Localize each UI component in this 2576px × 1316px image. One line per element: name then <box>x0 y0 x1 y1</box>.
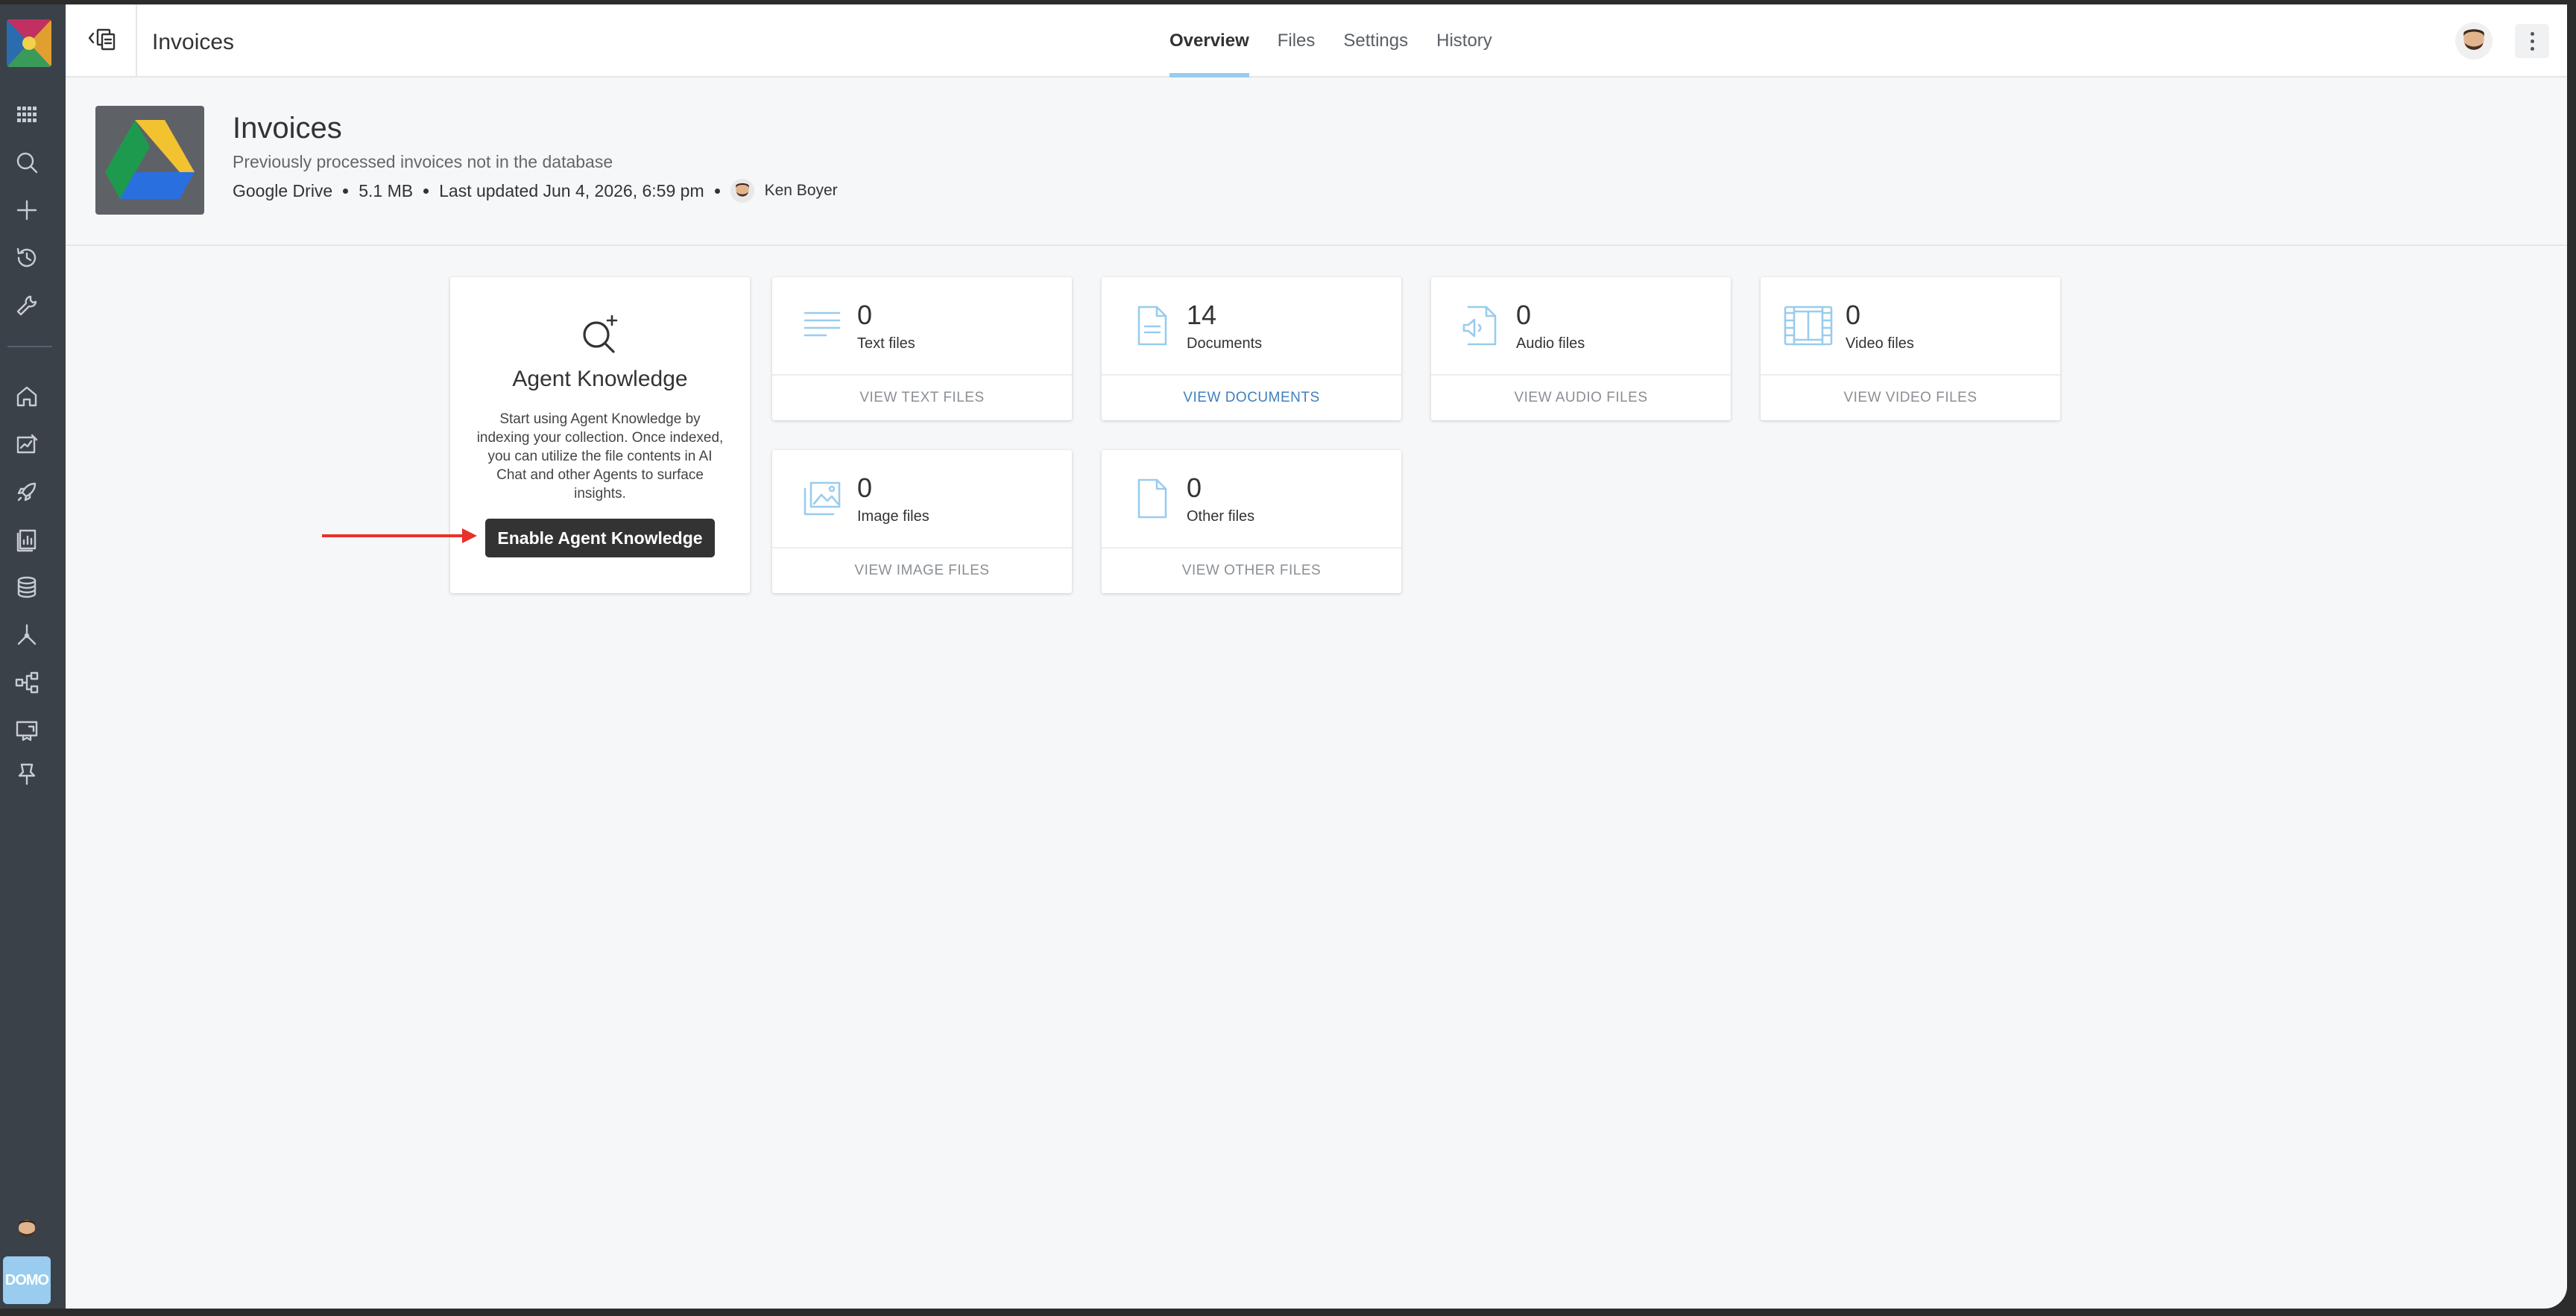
view-text-files-link[interactable]: VIEW TEXT FILES <box>772 374 1072 420</box>
rocket-icon[interactable] <box>10 475 43 508</box>
user-avatar[interactable] <box>12 1215 42 1244</box>
tab-bar: Overview Files Settings History <box>1155 4 1506 77</box>
source-label: Google Drive <box>233 180 333 200</box>
file-count: 0 <box>1846 300 1861 330</box>
top-user-avatar[interactable] <box>2455 22 2493 60</box>
tab-settings[interactable]: Settings <box>1329 4 1422 77</box>
topbar-divider <box>136 4 137 77</box>
back-button[interactable] <box>80 19 125 57</box>
file-type-label: Video files <box>1846 335 1914 352</box>
agent-knowledge-description: Start using Agent Knowledge by indexing … <box>476 411 724 502</box>
owner-name[interactable]: Ken Boyer <box>765 182 838 200</box>
google-drive-logo <box>95 106 204 215</box>
blank-file-icon <box>1130 475 1173 522</box>
enable-agent-knowledge-button[interactable]: Enable Agent Knowledge <box>485 519 715 557</box>
collection-meta: Google Drive 5.1 MB Last updated Jun 4, … <box>233 179 838 203</box>
file-type-label: Audio files <box>1516 335 1585 352</box>
collection-description: Previously processed invoices not in the… <box>233 152 613 171</box>
app-window: DOMO Invoices Overview Files Settings Hi… <box>0 4 2567 1309</box>
file-count: 0 <box>857 300 873 330</box>
collection-header: Invoices Previously processed invoices n… <box>66 79 2567 246</box>
page-title: Invoices <box>152 30 235 54</box>
plus-icon[interactable] <box>10 194 43 227</box>
tab-files[interactable]: Files <box>1263 4 1330 77</box>
learn-icon[interactable] <box>10 714 43 747</box>
instance-logo[interactable] <box>7 19 51 67</box>
separator-dot <box>714 188 720 194</box>
last-updated-label: Last updated Jun 4, 2026, 6:59 pm <box>439 180 704 200</box>
search-icon[interactable] <box>10 146 43 179</box>
pin-icon[interactable] <box>10 757 43 790</box>
annotation-arrow-icon <box>322 528 477 543</box>
domo-brand-logo[interactable]: DOMO <box>3 1256 51 1304</box>
view-audio-files-link[interactable]: VIEW AUDIO FILES <box>1431 374 1731 420</box>
database-icon[interactable] <box>10 571 43 604</box>
home-icon[interactable] <box>10 380 43 413</box>
tab-history[interactable]: History <box>1422 4 1506 77</box>
image-files-card: 0 Image files VIEW IMAGE FILES <box>772 450 1072 593</box>
kebab-dot-icon <box>2530 46 2534 51</box>
file-type-label: Other files <box>1187 508 1255 525</box>
agent-knowledge-search-sparkle-icon <box>578 313 622 358</box>
agent-knowledge-card: Agent Knowledge Start using Agent Knowle… <box>450 277 750 593</box>
view-documents-link[interactable]: VIEW DOCUMENTS <box>1102 374 1401 420</box>
file-count: 0 <box>1187 472 1202 503</box>
kebab-dot-icon <box>2530 39 2534 43</box>
size-label: 5.1 MB <box>359 180 414 200</box>
abstract-logo-icon <box>7 19 51 67</box>
agent-knowledge-title: Agent Knowledge <box>512 367 688 391</box>
report-icon[interactable] <box>10 523 43 556</box>
collection-title: Invoices <box>233 112 342 145</box>
audio-files-card: 0 Audio files VIEW AUDIO FILES <box>1431 277 1731 420</box>
view-video-files-link[interactable]: VIEW VIDEO FILES <box>1761 374 2060 420</box>
wrench-icon[interactable] <box>10 289 43 322</box>
dataflow-icon[interactable] <box>10 619 43 651</box>
back-file-icon <box>88 28 116 51</box>
more-options-button[interactable] <box>2515 24 2549 58</box>
workflow-icon[interactable] <box>10 666 43 699</box>
documents-card: 14 Documents VIEW DOCUMENTS <box>1102 277 1401 420</box>
sidebar-divider <box>7 346 52 347</box>
document-icon <box>1130 303 1173 349</box>
text-files-card: 0 Text files VIEW TEXT FILES <box>772 277 1072 420</box>
separator-dot <box>343 188 349 194</box>
apps-grid-icon[interactable] <box>10 98 43 131</box>
separator-dot <box>423 188 429 194</box>
file-type-label: Documents <box>1187 335 1263 352</box>
tab-overview[interactable]: Overview <box>1155 4 1263 77</box>
google-drive-icon <box>105 120 195 199</box>
audio-file-icon <box>1459 303 1503 349</box>
top-bar: Invoices Overview Files Settings History <box>66 4 2567 77</box>
file-count: 14 <box>1187 300 1217 330</box>
view-image-files-link[interactable]: VIEW IMAGE FILES <box>772 547 1072 593</box>
image-file-icon <box>801 475 844 522</box>
other-files-card: 0 Other files VIEW OTHER FILES <box>1102 450 1401 593</box>
video-film-icon <box>1783 303 1834 349</box>
file-count: 0 <box>1516 300 1532 330</box>
file-type-label: Image files <box>857 508 929 525</box>
view-other-files-link[interactable]: VIEW OTHER FILES <box>1102 547 1401 593</box>
file-count: 0 <box>857 472 873 503</box>
left-sidebar: DOMO <box>0 4 66 1309</box>
kebab-dot-icon <box>2530 31 2534 36</box>
file-type-label: Text files <box>857 335 915 352</box>
video-files-card: 0 Video files VIEW VIDEO FILES <box>1761 277 2060 420</box>
history-icon[interactable] <box>10 241 43 274</box>
owner-avatar[interactable] <box>730 179 754 203</box>
edit-chart-icon[interactable] <box>10 428 43 461</box>
text-lines-icon <box>801 303 844 349</box>
